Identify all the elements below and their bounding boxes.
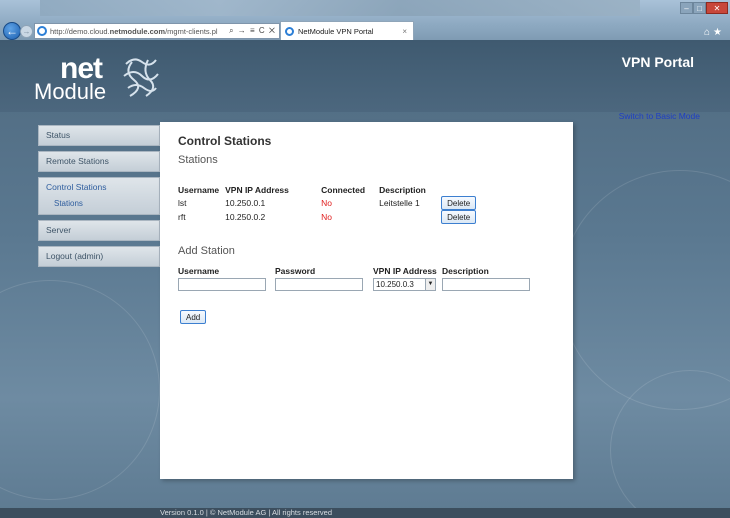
section-subtitle: Stations xyxy=(178,154,218,166)
switch-basic-mode-link[interactable]: Switch to Basic Mode xyxy=(619,111,700,121)
delete-button[interactable]: Delete xyxy=(441,210,477,224)
column-header: Connected xyxy=(321,185,366,195)
address-tools[interactable]: ⌕ → ≡ C ✕ xyxy=(229,26,279,36)
window-controls: – □ ✕ xyxy=(680,2,728,14)
footer: Version 0.1.0 | © NetModule AG | All rig… xyxy=(0,508,730,518)
delete-button[interactable]: Delete xyxy=(441,196,477,210)
username-input[interactable] xyxy=(178,278,266,291)
cell-username: rft xyxy=(178,212,186,222)
column-header: Description xyxy=(379,185,426,195)
cell-action: Delete xyxy=(441,196,482,210)
cell-username: lst xyxy=(178,198,187,208)
sidebar-subitem-stations[interactable]: Stations xyxy=(39,196,159,214)
home-icon[interactable]: ⌂ xyxy=(704,27,710,38)
sidebar-item-remote-stations[interactable]: Remote Stations xyxy=(38,151,160,172)
vpn-ip-selected-value: 10.250.0.3 xyxy=(376,280,414,289)
username-label: Username xyxy=(178,266,220,276)
netmodule-logo[interactable]: net Module xyxy=(34,54,107,104)
page: net Module VPN Portal Switch to Basic Mo… xyxy=(0,40,730,518)
netmodule-logo-mark xyxy=(123,58,159,97)
address-bar[interactable]: http://demo.cloud.netmodule.com/mgmt-cli… xyxy=(34,23,280,39)
cell-connected: No xyxy=(321,212,332,222)
dropdown-arrow-icon: ▼ xyxy=(425,279,435,290)
back-arrow-icon: ← xyxy=(6,24,18,38)
star-icon[interactable]: ★ xyxy=(713,27,722,38)
add-button[interactable]: Add xyxy=(180,310,207,324)
section-title: Control Stations xyxy=(178,134,272,148)
cell-description: Leitstelle 1 xyxy=(379,198,420,208)
browser-tab[interactable]: NetModule VPN Portal × xyxy=(280,21,414,40)
forward-arrow-icon: → xyxy=(22,27,31,36)
table-row: rft 10.250.0.2 No Delete xyxy=(178,210,482,224)
tab-close-icon[interactable]: × xyxy=(402,27,407,36)
column-header: Username xyxy=(178,185,220,195)
forward-button[interactable]: → xyxy=(20,25,33,38)
cell-ip: 10.250.0.2 xyxy=(225,212,266,222)
logo-module-text: Module xyxy=(34,79,107,104)
cell-connected: No xyxy=(321,198,332,208)
back-button[interactable]: ← xyxy=(3,22,21,40)
sidebar-item-control-stations[interactable]: Control Stations xyxy=(39,178,159,196)
cell-action: Delete xyxy=(441,210,482,224)
close-window-button[interactable]: ✕ xyxy=(706,2,728,14)
sidebar-item-status[interactable]: Status xyxy=(38,125,160,146)
ie-icon xyxy=(37,26,47,36)
description-input[interactable] xyxy=(442,278,530,291)
address-url: http://demo.cloud.netmodule.com/mgmt-cli… xyxy=(50,26,218,36)
tab-title: NetModule VPN Portal xyxy=(298,26,374,36)
maximize-button[interactable]: □ xyxy=(693,2,706,14)
page-title: VPN Portal xyxy=(621,54,694,70)
main-content: Control Stations Stations Username VPN I… xyxy=(160,122,573,479)
column-header-action xyxy=(441,184,482,196)
cell-description xyxy=(379,210,441,224)
header xyxy=(0,40,730,112)
minimize-button[interactable]: – xyxy=(680,2,693,14)
sidebar-group-control-stations: Control Stations Stations xyxy=(38,177,160,215)
column-header: VPN IP Address xyxy=(225,185,289,195)
browser-chrome: ← → http://demo.cloud.netmodule.com/mgmt… xyxy=(0,0,730,40)
vpn-ip-label: VPN IP Address xyxy=(373,266,437,276)
table-header-row: Username VPN IP Address Connected Descri… xyxy=(178,184,482,196)
add-station-heading: Add Station xyxy=(178,245,235,257)
sidebar-item-server[interactable]: Server xyxy=(38,220,160,241)
sidebar: Status Remote Stations Control Stations … xyxy=(38,125,160,272)
background-decoration xyxy=(0,280,160,500)
description-label: Description xyxy=(442,266,489,276)
footer-text: Version 0.1.0 | © NetModule AG | All rig… xyxy=(160,508,333,517)
taskbar-blur xyxy=(40,0,640,16)
stations-table: Username VPN IP Address Connected Descri… xyxy=(178,184,482,224)
vpn-ip-select[interactable]: 10.250.0.3 ▼ xyxy=(373,278,436,291)
password-input[interactable] xyxy=(275,278,363,291)
cell-ip: 10.250.0.1 xyxy=(225,198,266,208)
ie-icon xyxy=(285,26,294,36)
password-label: Password xyxy=(275,266,316,276)
table-row: lst 10.250.0.1 No Leitstelle 1 Delete xyxy=(178,196,482,210)
sidebar-item-logout[interactable]: Logout (admin) xyxy=(38,246,160,267)
